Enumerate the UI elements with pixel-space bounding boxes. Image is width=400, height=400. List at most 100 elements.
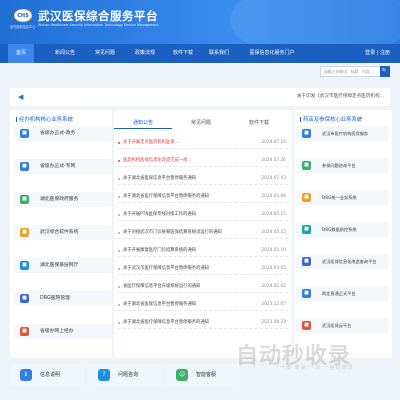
app-icon: ■ (20, 228, 29, 237)
news-date: 2024.07.16 (261, 140, 286, 145)
right-app-item[interactable]: ■ 武汉医保信息化改造查询平台 (296, 254, 388, 269)
news-date: 2024.02.02 (261, 284, 286, 289)
app-icon: ■ (20, 129, 29, 138)
news-title[interactable]: 省医疗保障信息平台升级系统运行的通知 (123, 281, 261, 293)
news-date: 2024.07.03 (261, 176, 286, 181)
left-panel-title: 经办机构核心业务系统 (16, 115, 73, 123)
news-tabs: 通知公告 常见问题 软件下载 (114, 117, 288, 129)
news-item[interactable]: 关于开展康复医疗门诊结算系统的通知 2024.05.10 (118, 245, 288, 257)
app-label: 省级办网上经办 (40, 329, 74, 334)
app-label: 武汉医保云平台 (322, 323, 352, 328)
app-label: 武汉市医疗机构医保服务 (322, 131, 369, 136)
bullet-icon (118, 178, 120, 180)
bullet-icon (118, 214, 120, 216)
news-item[interactable]: 关于对接武汉市门诊统筹医保结算系统试运行的通知 2024.05.15 (118, 227, 288, 239)
right-panel-title: 药店及参保核心业务系统 (300, 115, 362, 123)
app-icon: ■ (20, 261, 29, 270)
site-title: 武汉医保综合服务平台 (38, 9, 158, 23)
bullet-icon (118, 196, 120, 198)
news-title[interactable]: 医药机构医保信息化改造完成一批... (123, 155, 261, 167)
notice-bar: ◀ 关于印发《武汉市医疗保障定点医药机构... (10, 88, 390, 106)
nav-item-portal[interactable]: 医保信息化服务门户 (240, 44, 304, 63)
bullet-icon (118, 268, 120, 270)
news-item[interactable]: 关于武汉市医疗保障信息平台暂停服务的通知 2024.03.05 (118, 263, 288, 275)
app-label: DRG医院管理 (40, 296, 70, 301)
right-app-item[interactable]: ■ DRG统一业务系统 (296, 190, 388, 205)
watermark-sub: 一键 收录 一次 一自动收录 (280, 365, 354, 371)
left-app-item[interactable]: ■ 省级办正式-专网 (14, 159, 112, 174)
app-label: 武汉综合软件系统 (40, 230, 79, 235)
news-date: 2024.07.26 (261, 158, 286, 163)
left-app-item[interactable]: ■ 湖北医保政府服务 (14, 192, 112, 207)
app-icon: ■ (302, 321, 311, 330)
news-title[interactable]: 关于对接武汉市门诊统筹医保结算系统试运行的通知 (123, 227, 261, 239)
auth-links[interactable]: 登录 | 注册 (365, 44, 390, 63)
right-app-item[interactable]: ■ 武汉医保云平台 (296, 318, 388, 333)
header-decoration (230, 0, 400, 44)
news-item[interactable]: 关于湖北省医疗保障信息平台暂停服务的通知 2024.05.06 (118, 191, 288, 203)
right-app-item[interactable]: ■ 参保问题咨询平台 (296, 158, 388, 173)
news-title[interactable]: 关于开展定点医药机构医保 ... (123, 137, 261, 149)
nav-item-download[interactable]: 软件下载 (166, 44, 200, 63)
news-title[interactable]: 关于湖北省医疗保障信息平台暂停服务的通知 (123, 191, 261, 203)
news-date: 2024.03.05 (261, 266, 286, 271)
tab-faq[interactable]: 常见问题 (172, 117, 230, 129)
news-item[interactable]: 关于湖北省医疗保障信息平台暂停服务的通知 2023.08.23 (118, 317, 288, 329)
news-title[interactable]: 关于湖北省医保信息平台暂停服务通知 (123, 173, 261, 185)
news-item[interactable]: 关于湖北省医保信息平台暂停服务通知 2024.07.03 (118, 173, 288, 185)
quick-link-label: 智能客服 (196, 372, 217, 378)
left-app-item[interactable]: ■ 湖北医保基层网厅 (14, 258, 112, 273)
app-label: 参保问题咨询平台 (322, 163, 356, 168)
app-icon: ■ (302, 257, 311, 266)
quick-link-card[interactable]: ☺ 智能客服 (166, 364, 240, 386)
nav-item-home[interactable]: 首页 (8, 44, 34, 63)
news-date: 2024.05.10 (261, 248, 286, 253)
quick-link-card[interactable]: ? 问题咨询 (88, 364, 162, 386)
news-date: 2024.05.15 (261, 212, 286, 217)
app-icon: ■ (20, 195, 29, 204)
bullet-icon (118, 250, 120, 252)
news-title[interactable]: 关于开展康复医疗门诊结算系统的通知 (123, 245, 261, 257)
main-nav: 首页 新闻公告 常见问题 政策法规 软件下载 联系我们 医保信息化服务门户 登录… (0, 44, 400, 63)
site-header: CHS 武汉医保信息中心 武汉医保综合服务平台 Wuhan Healthcare… (0, 0, 400, 44)
news-title[interactable]: 关于武汉市医疗保障信息平台暂停服务的通知 (123, 263, 261, 275)
bullet-icon (118, 304, 120, 306)
search-icon[interactable]: 🔍 (380, 66, 390, 77)
app-label: 省级办正式-专网 (40, 164, 76, 169)
quick-link-card[interactable]: ℹ 信息说明 (10, 364, 84, 386)
site-logo[interactable]: CHS (14, 9, 32, 22)
notice-text[interactable]: 关于印发《武汉市医疗保障定点医药机构... (297, 88, 384, 106)
news-item[interactable]: 关于开展PTN医保专线对接工作的通知 2024.05.15 (118, 209, 288, 221)
left-app-item[interactable]: ■ 省级办正式-政务 (14, 126, 112, 141)
right-app-item[interactable]: ■ DRG数据质控系统 (296, 222, 388, 237)
left-app-item[interactable]: ■ 武汉综合软件系统 (14, 225, 112, 240)
right-app-item[interactable]: ■ 武汉市医疗机构医保服务 (296, 126, 388, 141)
news-item[interactable]: 关于开展定点医药机构医保 ... 2024.07.16 (118, 137, 288, 149)
news-item[interactable]: 省医疗保障信息平台升级系统运行的通知 2024.02.02 (118, 281, 288, 293)
quick-link-icon: ℹ (20, 369, 32, 381)
nav-item-policy[interactable]: 政策法规 (128, 44, 162, 63)
news-date: 2024.05.15 (261, 230, 286, 235)
quick-link-icon: ? (98, 369, 110, 381)
nav-item-news[interactable]: 新闻公告 (48, 44, 82, 63)
tab-notices[interactable]: 通知公告 (114, 117, 172, 129)
nav-item-faq[interactable]: 常见问题 (88, 44, 122, 63)
left-app-item[interactable]: ■ DRG医院管理 (14, 291, 112, 306)
bullet-icon (118, 286, 120, 288)
app-icon: ■ (302, 289, 311, 298)
app-label: 湖北医保基层网厅 (40, 263, 79, 268)
news-title[interactable]: 关于开展PTN医保专线对接工作的通知 (123, 209, 261, 221)
logo-caption: 武汉医保信息中心 (10, 25, 36, 29)
news-title[interactable]: 关于湖北省医疗保障信息平台暂停服务的通知 (123, 317, 261, 329)
news-item[interactable]: 医药机构医保信息化改造完成一批... 2024.07.26 (118, 155, 288, 167)
right-app-item[interactable]: ■ 两定直通正式平台 (296, 286, 388, 301)
news-item[interactable]: 关于湖北省医保信息平台暂停服务通知 2023.12.07 (118, 299, 288, 311)
tab-downloads[interactable]: 软件下载 (230, 117, 288, 129)
quick-link-label: 问题咨询 (118, 372, 139, 378)
news-title[interactable]: 关于湖北省医保信息平台暂停服务通知 (123, 299, 261, 311)
left-app-item[interactable]: ■ 省级办网上经办 (14, 324, 112, 339)
bullet-icon (118, 232, 120, 234)
nav-item-contact[interactable]: 联系我们 (202, 44, 236, 63)
news-date: 2023.08.23 (261, 320, 286, 325)
app-icon: ■ (20, 327, 29, 336)
